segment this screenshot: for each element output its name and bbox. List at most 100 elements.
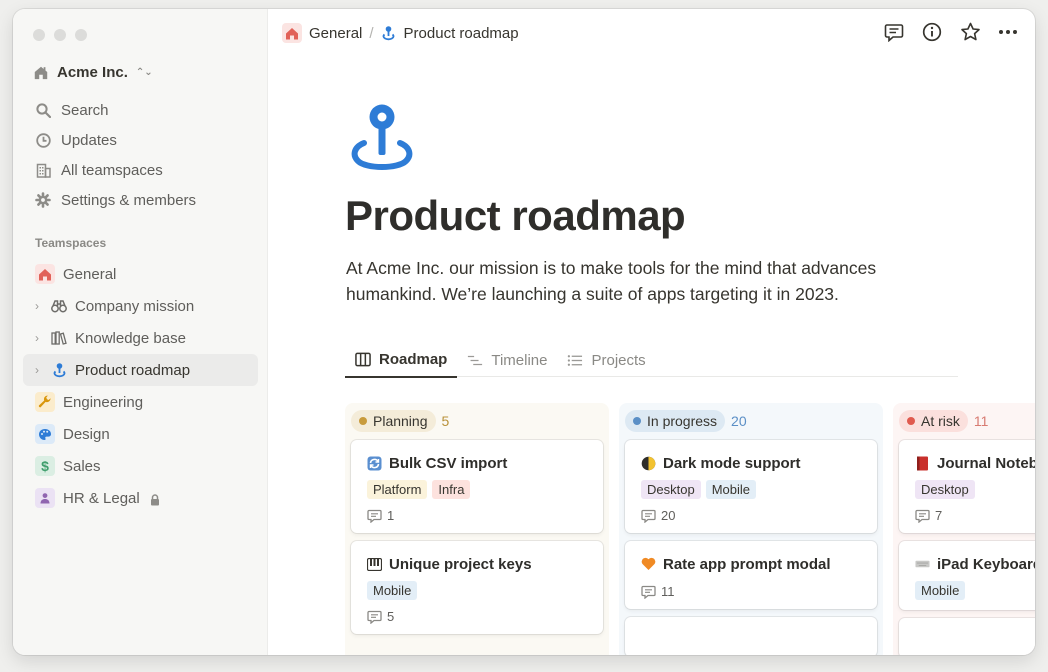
sidebar-item-design[interactable]: Design	[23, 418, 258, 450]
status-dot	[359, 417, 367, 425]
board-card[interactable]	[625, 617, 877, 655]
tab-timeline[interactable]: Timeline	[457, 343, 557, 377]
board-card[interactable]: Journal Noteb Desktop 7	[899, 440, 1035, 533]
book-icon	[915, 456, 930, 471]
tag-desktop: Desktop	[915, 480, 975, 499]
board-card[interactable]: Dark mode support Desktop Mobile 20	[625, 440, 877, 533]
sidebar-item-label: All teamspaces	[61, 161, 163, 179]
breadcrumb-current[interactable]: Product roadmap	[404, 25, 519, 42]
column-header: At risk 11	[899, 410, 1035, 432]
comment-icon	[641, 509, 656, 523]
column-count: 11	[973, 413, 989, 429]
page-location-pin-icon[interactable]	[348, 103, 416, 180]
house-icon	[35, 264, 55, 284]
status-badge[interactable]: At risk	[899, 410, 968, 432]
sidebar-item-general[interactable]: General	[23, 258, 258, 290]
sidebar-item-knowledge-base[interactable]: › Knowledge base	[23, 322, 258, 354]
sidebar-item-all-teamspaces[interactable]: All teamspaces	[23, 155, 258, 185]
board-card[interactable]	[899, 618, 1035, 655]
zoom-window-button[interactable]	[75, 29, 87, 41]
tag-desktop: Desktop	[641, 480, 701, 499]
column-count: 20	[731, 413, 747, 429]
page-description[interactable]: At Acme Inc. our mission is to make tool…	[346, 255, 926, 307]
piano-icon	[367, 557, 382, 572]
lock-icon	[150, 493, 160, 505]
board-column-in-progress: In progress 20 Dark mode support Desktop…	[619, 403, 883, 655]
minimize-window-button[interactable]	[54, 29, 66, 41]
home-icon	[33, 65, 49, 81]
info-icon[interactable]	[921, 21, 943, 43]
breadcrumb-separator: /	[369, 24, 374, 42]
keyboard-icon	[915, 557, 930, 572]
comment-count: 7	[915, 508, 1035, 523]
tab-projects[interactable]: Projects	[557, 343, 655, 377]
column-header: Planning 5	[351, 410, 603, 432]
breadcrumb-parent[interactable]: General	[309, 25, 362, 42]
close-window-button[interactable]	[33, 29, 45, 41]
comment-icon[interactable]	[883, 21, 905, 43]
sidebar-item-label: General	[63, 265, 117, 283]
books-icon	[51, 330, 67, 346]
chevron-right-icon[interactable]: ›	[35, 299, 45, 313]
sidebar-item-settings[interactable]: Settings & members	[23, 185, 258, 215]
status-badge[interactable]: Planning	[351, 410, 436, 432]
updown-chevron-icon: ⌃⌄	[135, 67, 153, 78]
top-bar: General / Product roadmap	[282, 21, 1019, 45]
star-icon[interactable]	[959, 21, 981, 43]
card-tags: Desktop	[915, 480, 1035, 499]
person-icon	[35, 488, 55, 508]
sidebar-item-label: Company mission	[75, 297, 195, 315]
house-icon	[282, 23, 302, 43]
tag-mobile: Mobile	[915, 581, 966, 600]
comment-count: 1	[367, 508, 588, 523]
sidebar: Acme Inc. ⌃⌄ Search Updates All teamspac…	[13, 9, 268, 655]
column-title: In progress	[647, 413, 718, 429]
comment-count-value: 20	[661, 508, 676, 523]
column-header: In progress 20	[625, 410, 877, 432]
sidebar-item-hr-legal[interactable]: HR & Legal	[23, 482, 258, 514]
board-card[interactable]: Rate app prompt modal 11	[625, 541, 877, 609]
workspace-switcher[interactable]: Acme Inc. ⌃⌄	[33, 64, 153, 81]
chevron-right-icon[interactable]: ›	[35, 363, 45, 377]
comment-count-value: 7	[935, 508, 943, 523]
building-icon	[35, 162, 51, 178]
board-card[interactable]: Bulk CSV import Platform Infra 1	[351, 440, 603, 533]
sidebar-nav: Search Updates All teamspaces Settings &…	[23, 95, 258, 215]
column-title: Planning	[373, 413, 428, 429]
view-tabs: Roadmap Timeline Projects	[345, 343, 958, 378]
chevron-right-icon[interactable]: ›	[35, 331, 45, 345]
status-dot	[907, 417, 915, 425]
comment-count: 11	[641, 584, 862, 599]
sidebar-item-company-mission[interactable]: › Company mission	[23, 290, 258, 322]
page-title[interactable]: Product roadmap	[345, 192, 686, 240]
status-badge[interactable]: In progress	[625, 410, 726, 432]
tag-mobile: Mobile	[367, 581, 418, 600]
sidebar-item-product-roadmap[interactable]: › Product roadmap	[23, 354, 258, 386]
board-card[interactable]: Unique project keys Mobile 5	[351, 541, 603, 634]
card-tags: Mobile	[915, 581, 1035, 600]
tab-roadmap[interactable]: Roadmap	[345, 343, 458, 378]
comment-count: 20	[641, 508, 862, 523]
board-column-planning: Planning 5 Bulk CSV import Platform Infr…	[345, 403, 609, 655]
status-dot	[633, 417, 641, 425]
sidebar-item-label: Settings & members	[61, 191, 197, 209]
card-tags: Platform Infra	[367, 480, 588, 499]
half-moon-icon	[641, 456, 656, 471]
window-controls	[33, 29, 87, 41]
comment-count-value: 5	[387, 609, 395, 624]
page-actions	[883, 21, 1019, 43]
sidebar-item-sales[interactable]: $ Sales	[23, 450, 258, 482]
binoculars-icon	[51, 298, 67, 314]
palette-icon	[35, 424, 55, 444]
tab-label: Roadmap	[379, 351, 448, 368]
sidebar-item-search[interactable]: Search	[23, 95, 258, 125]
more-icon[interactable]	[997, 21, 1019, 43]
board-card[interactable]: iPad Keyboard Mobile	[899, 541, 1035, 610]
main-content: General / Product roadmap Product roadma…	[268, 9, 1035, 655]
breadcrumb: General / Product roadmap	[282, 23, 519, 43]
sidebar-item-label: Updates	[61, 131, 117, 149]
comment-count-value: 11	[661, 584, 675, 599]
sidebar-item-engineering[interactable]: Engineering	[23, 386, 258, 418]
column-title: At risk	[921, 413, 960, 429]
sidebar-item-updates[interactable]: Updates	[23, 125, 258, 155]
